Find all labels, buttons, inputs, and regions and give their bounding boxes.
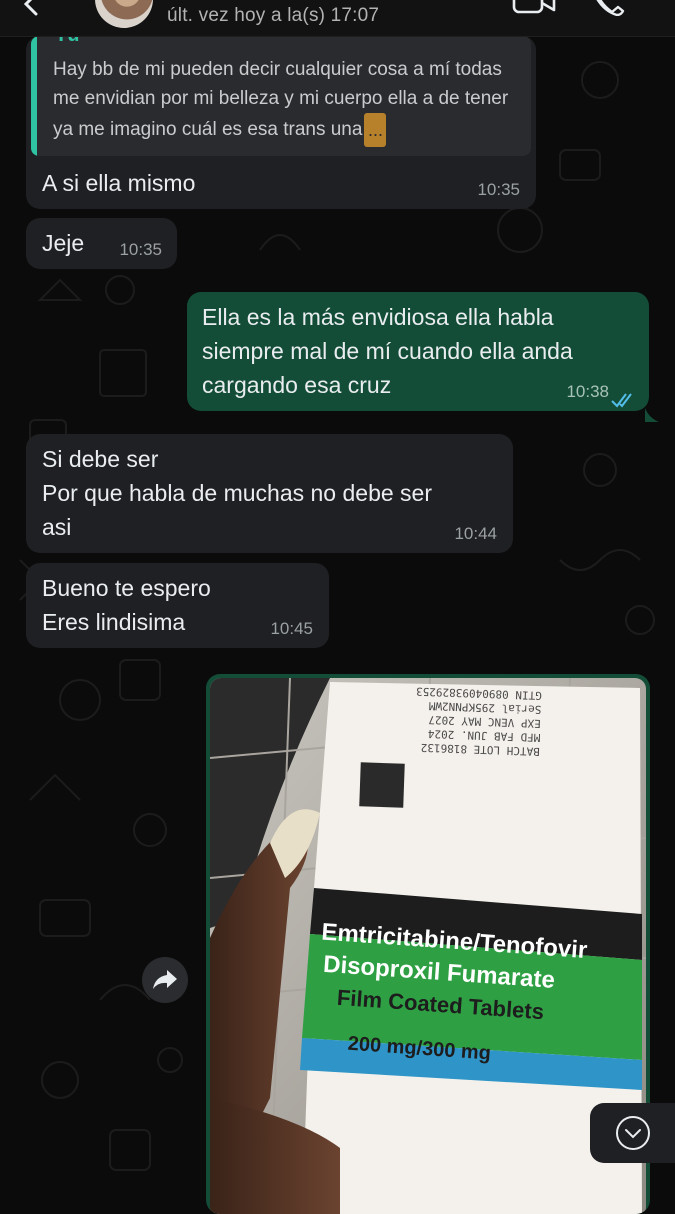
image-message[interactable]: BATCH LOTE 8186132 MFD FAB JUN. 2024 EXP… (206, 674, 650, 1214)
quoted-text: Hay bb de mi pueden decir cualquier cosa… (53, 56, 518, 147)
message-bubble-incoming[interactable]: Tú Hay bb de mi pueden decir cualquier c… (26, 36, 536, 209)
forward-button[interactable] (142, 957, 188, 1003)
contact-avatar[interactable] (95, 0, 153, 28)
scroll-to-bottom-button[interactable] (590, 1103, 675, 1163)
forward-icon (153, 970, 177, 989)
medication-box-photo[interactable]: BATCH LOTE 8186132 MFD FAB JUN. 2024 EXP… (210, 678, 646, 1214)
quoted-message[interactable]: Tú Hay bb de mi pueden decir cualquier c… (31, 36, 531, 156)
video-call-icon[interactable] (510, 0, 558, 16)
read-more-indicator[interactable]: ... (364, 113, 387, 147)
last-seen-status: últ. vez hoy a la(s) 17:07 (167, 5, 380, 26)
chevron-left-icon[interactable] (16, 0, 46, 20)
message-text: Bueno te espero Eres lindisima (42, 575, 211, 635)
message-time: 10:45 (270, 619, 313, 638)
message-time: 10:35 (477, 180, 520, 199)
message-bubble-incoming[interactable]: Jeje 10:35 (26, 218, 177, 269)
message-text: Ella es la más envidiosa ella habla siem… (202, 304, 573, 398)
message-time: 10:44 (454, 524, 497, 543)
chat-header: últ. vez hoy a la(s) 17:07 (0, 0, 675, 37)
message-bubble-incoming[interactable]: Bueno te espero Eres lindisima 10:45 (26, 563, 329, 648)
chevron-down-icon (616, 1116, 650, 1150)
message-time: 10:35 (119, 240, 162, 259)
message-text: A si ella mismo (42, 170, 196, 196)
message-text: Jeje (42, 230, 85, 256)
bubble-tail (645, 397, 659, 422)
message-time: 10:38 (566, 382, 609, 401)
phone-call-icon[interactable] (592, 0, 626, 17)
read-receipt-icon (610, 384, 636, 408)
message-bubble-outgoing[interactable]: Ella es la más envidiosa ella habla siem… (187, 292, 659, 422)
message-bubble-incoming[interactable]: Si debe ser Por que habla de muchas no d… (26, 434, 513, 553)
message-text: Si debe ser Por que habla de muchas no d… (42, 446, 432, 540)
quoted-author: Tú (55, 36, 79, 52)
